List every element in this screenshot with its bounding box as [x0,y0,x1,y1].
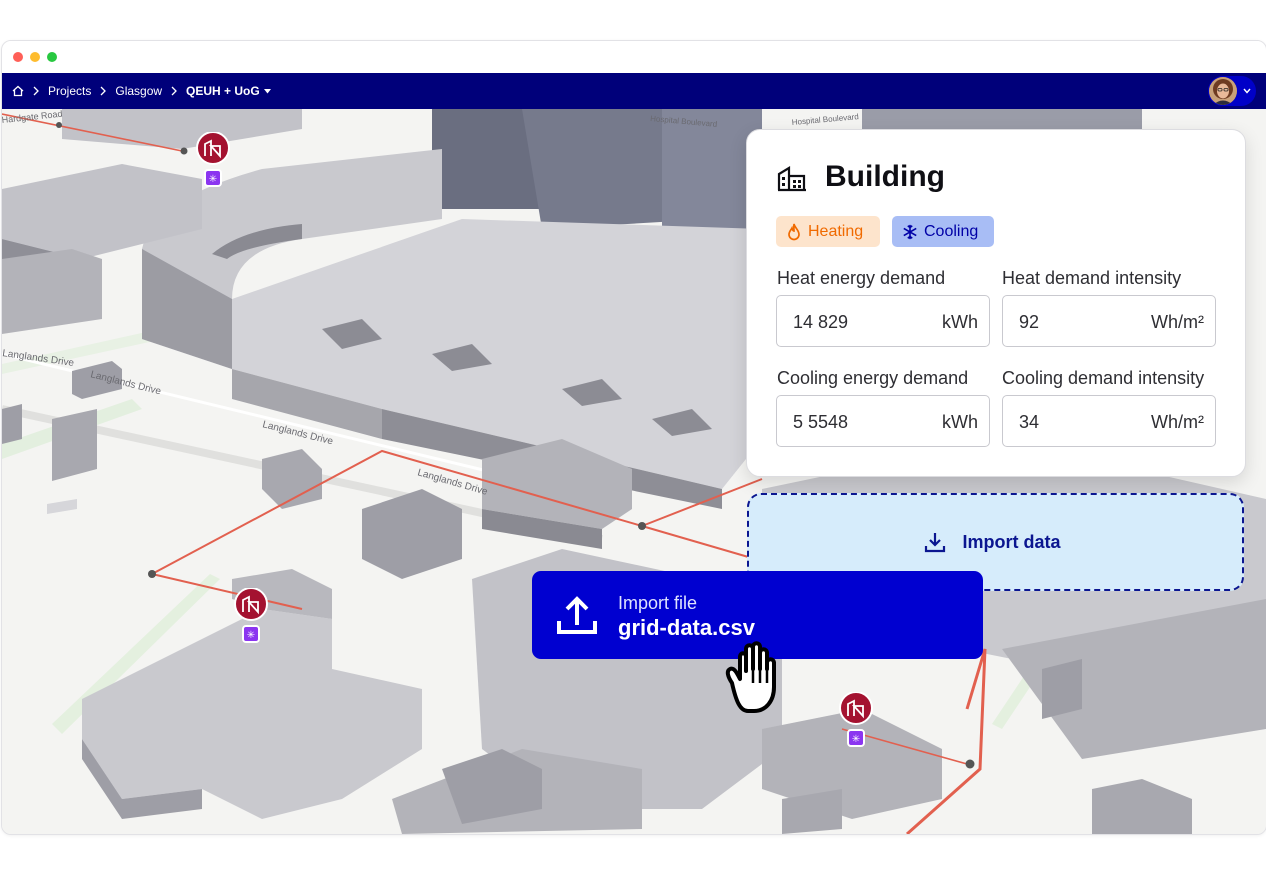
cooling-chip-label: Cooling [924,222,979,240]
top-navbar: Projects Glasgow QEUH + UoG [2,73,1266,109]
user-menu[interactable] [1208,76,1256,106]
cool-energy-unit: kWh [942,412,978,432]
svg-text:✳: ✳ [852,734,860,745]
import-file-label: Import file [618,593,698,613]
cool-intensity-unit: Wh/m² [1151,412,1204,432]
cooling-chip[interactable]: Cooling [892,216,994,247]
app-window: Projects Glasgow QEUH + UoG Hardgate Roa… [1,40,1266,835]
building-marker[interactable]: ✳ [195,132,231,194]
avatar[interactable] [1209,77,1237,105]
close-window-button[interactable] [13,52,23,62]
building-marker[interactable]: ✳ [233,588,269,650]
breadcrumb: Projects Glasgow QEUH + UoG [2,84,271,98]
grab-hand-cursor-icon [725,641,776,713]
cool-energy-field[interactable]: 5 5548 kWh [776,395,990,447]
breadcrumb-projects[interactable]: Projects [48,84,91,98]
building-info-panel: Building Heating Cooling Heat energy dem… [746,129,1246,477]
heat-energy-field[interactable]: 14 829 kWh [776,295,990,347]
breadcrumb-glasgow[interactable]: Glasgow [115,84,162,98]
flame-icon [788,223,800,240]
panel-title: Building [825,160,945,193]
cool-intensity-value: 34 [1019,412,1040,432]
heat-intensity-field[interactable]: 92 Wh/m² [1002,295,1216,347]
chevron-right-icon [33,86,39,96]
snowflake-icon [903,224,917,239]
cool-intensity-label: Cooling demand intensity [1002,368,1205,388]
cool-intensity-field[interactable]: 34 Wh/m² [1002,395,1216,447]
building-marker[interactable]: ✳ [838,692,874,754]
maximize-window-button[interactable] [47,52,57,62]
breadcrumb-current-project[interactable]: QEUH + UoG [186,84,260,98]
svg-text:✳: ✳ [209,174,217,185]
heating-chip[interactable]: Heating [776,216,880,247]
upload-icon [557,596,597,634]
building-icon [777,166,806,192]
heat-intensity-unit: Wh/m² [1151,312,1204,332]
heat-energy-label: Heat energy demand [777,268,946,288]
cool-energy-value: 5 5548 [793,412,849,432]
heat-intensity-value: 92 [1019,312,1040,332]
home-icon[interactable] [12,85,24,97]
svg-text:✳: ✳ [247,630,255,641]
caret-down-icon[interactable] [263,88,271,94]
cool-energy-label: Cooling energy demand [777,368,969,388]
heat-energy-unit: kWh [942,312,978,332]
chevron-down-icon[interactable] [1243,88,1251,94]
download-icon [925,533,946,553]
minimize-window-button[interactable] [30,52,40,62]
window-titlebar [2,41,1266,73]
heat-energy-value: 14 829 [793,312,849,332]
chevron-right-icon [171,86,177,96]
chevron-right-icon [100,86,107,96]
heating-chip-label: Heating [808,222,864,240]
heat-intensity-label: Heat demand intensity [1002,268,1182,288]
import-data-label: Import data [962,531,1061,552]
